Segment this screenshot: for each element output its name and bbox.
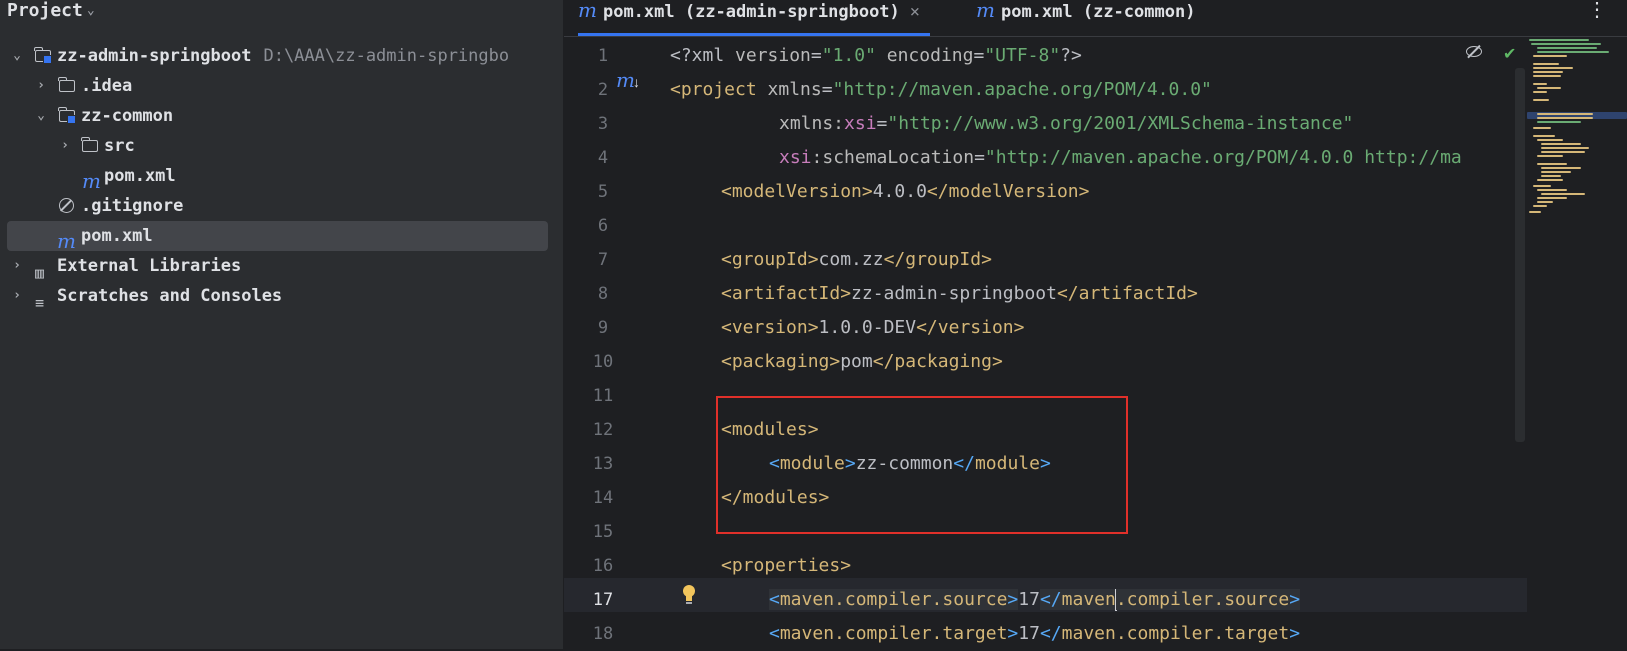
check-icon[interactable]: ✔ xyxy=(1503,44,1516,64)
tree-item-label: Scratches and Consoles xyxy=(57,286,283,306)
code-line-8: <artifactId>zz-admin-springboot</artifac… xyxy=(721,283,1198,304)
close-icon[interactable]: × xyxy=(910,2,920,22)
maven-icon: m xyxy=(57,229,76,253)
editor-tab-bar: m pom.xml (zz-admin-springboot) × m pom.xml… xyxy=(564,0,1627,37)
tab-label: pom.xml (zz-common) xyxy=(1000,2,1196,22)
tree-item-label: pom.xml xyxy=(81,226,153,246)
line-number: 16 xyxy=(592,556,614,576)
code-line-9: <version>1.0.0-DEV</version> xyxy=(721,317,1025,338)
chevron-right-icon[interactable]: › xyxy=(34,71,48,101)
chevron-right-icon[interactable]: › xyxy=(10,251,24,281)
tree-item-label: zz-admin-springboot xyxy=(57,46,252,66)
scratches-icon: ≡ xyxy=(35,294,45,312)
line-number: 2 xyxy=(597,80,609,100)
tree-item-label: .idea xyxy=(81,76,133,96)
library-icon: ▥ xyxy=(35,264,45,282)
code-line-16: <properties> xyxy=(721,555,852,576)
tree-item-label: pom.xml xyxy=(104,166,176,186)
tree-item-label: src xyxy=(104,136,135,156)
chevron-down-icon[interactable]: ⌄ xyxy=(10,41,24,71)
chevron-down-icon[interactable]: ⌄ xyxy=(34,101,48,131)
tree-item-common-pom[interactable]: m pom.xml xyxy=(0,161,563,191)
code-line-18: <maven.compiler.target>17</maven.compile… xyxy=(769,623,1301,644)
tree-item-label: .gitignore xyxy=(81,196,184,216)
line-number: 10 xyxy=(592,352,614,372)
line-number: 18 xyxy=(592,624,614,644)
highlight-box xyxy=(716,396,1128,534)
line-number: 12 xyxy=(592,420,614,440)
line-number: 9 xyxy=(597,318,609,338)
project-title: Project xyxy=(7,0,83,21)
line-number-current: 17 xyxy=(592,590,614,610)
code-line-2: <project xmlns="http://maven.apache.org/… xyxy=(670,79,1212,100)
code-minimap[interactable] xyxy=(1527,37,1627,257)
code-line-5: <modelVersion>4.0.0</modelVersion> xyxy=(721,181,1090,202)
folder-icon xyxy=(81,137,100,154)
tab-pom-admin[interactable]: m pom.xml (zz-admin-springboot) × xyxy=(578,0,931,36)
tab-label: pom.xml (zz-admin-springboot) xyxy=(602,2,900,22)
line-number: 5 xyxy=(597,182,609,202)
project-view-selector[interactable]: Project ⌄ xyxy=(7,0,95,26)
tree-item-root-module[interactable]: ⌄ zz-admin-springboot D:\AAA\zz-admin-spr… xyxy=(0,41,563,71)
maven-icon: m xyxy=(578,0,597,22)
line-number: 1 xyxy=(597,46,609,66)
line-number: 8 xyxy=(597,284,609,304)
module-folder-icon xyxy=(34,47,53,64)
line-number: 4 xyxy=(597,148,609,168)
folder-icon xyxy=(58,77,77,94)
ignore-file-icon xyxy=(59,198,77,214)
reader-mode-icon[interactable] xyxy=(1466,46,1482,57)
line-number: 14 xyxy=(592,488,614,508)
chevron-right-icon[interactable]: › xyxy=(58,131,72,161)
line-number: 7 xyxy=(597,250,609,270)
module-folder-icon xyxy=(58,107,77,124)
maven-icon: m xyxy=(976,0,995,22)
tree-item-idea[interactable]: › .idea xyxy=(0,71,563,101)
chevron-down-icon: ⌄ xyxy=(86,3,95,18)
tree-item-path: D:\AAA\zz-admin-springbo xyxy=(263,46,510,66)
maven-icon: m xyxy=(82,169,101,193)
tree-item-root-pom[interactable]: m pom.xml xyxy=(7,221,548,251)
more-options-icon[interactable]: ⋮ xyxy=(1587,0,1607,20)
line-number: 13 xyxy=(592,454,614,474)
tree-item-src[interactable]: › src xyxy=(0,131,563,161)
code-line-17: <maven.compiler.source>17</maven.compile… xyxy=(769,589,1301,611)
tree-item-zz-common[interactable]: ⌄ zz-common xyxy=(0,101,563,131)
tree-item-scratches[interactable]: › ≡ Scratches and Consoles xyxy=(0,281,563,311)
line-number: 3 xyxy=(597,114,609,134)
line-number: 11 xyxy=(592,386,614,406)
code-line-1: <?xml version="1.0" encoding="UTF-8"?> xyxy=(670,45,1082,66)
vertical-scrollbar[interactable] xyxy=(1515,68,1525,442)
line-number: 6 xyxy=(597,216,609,236)
code-line-7: <groupId>com.zz</groupId> xyxy=(721,249,992,270)
code-editor[interactable]: <?xml version="1.0" encoding="UTF-8"?> <… xyxy=(670,37,1527,649)
ide-window: Project ⌄ ⌄ zz-admin-springboot D:\AAA\zz-… xyxy=(0,0,1627,649)
code-line-10: <packaging>pom</packaging> xyxy=(721,351,1003,372)
line-numbers: 1 2 3 4 5 6 7 8 9 10 11 12 13 14 15 16 1… xyxy=(573,37,633,649)
line-number: 15 xyxy=(592,522,614,542)
tab-pom-common[interactable]: m pom.xml (zz-common) xyxy=(976,0,1195,36)
project-sidebar: Project ⌄ ⌄ zz-admin-springboot D:\AAA\zz-… xyxy=(0,0,564,649)
code-line-4: xsi:schemaLocation="http://maven.apache.… xyxy=(779,147,1462,168)
tree-item-gitignore[interactable]: .gitignore xyxy=(0,191,563,221)
tree-item-label: zz-common xyxy=(81,106,174,126)
code-line-3: xmlns:xsi="http://www.w3.org/2001/XMLSch… xyxy=(779,113,1354,134)
tree-item-label: External Libraries xyxy=(57,256,242,276)
project-tree: ⌄ zz-admin-springboot D:\AAA\zz-admin-spr… xyxy=(0,41,563,311)
tree-item-external-libraries[interactable]: › ▥ External Libraries xyxy=(0,251,563,281)
chevron-right-icon[interactable]: › xyxy=(10,281,24,311)
